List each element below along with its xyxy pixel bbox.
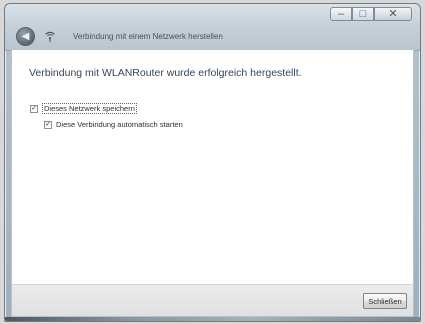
maximize-icon: □ <box>359 8 367 20</box>
save-network-checkbox[interactable]: ✓ <box>30 104 38 113</box>
window-controls: – □ ✕ <box>330 7 412 21</box>
close-window-button[interactable]: ✕ <box>374 7 412 21</box>
main-content: Verbindung mit WLANRouter wurde erfolgre… <box>11 50 414 286</box>
save-network-option[interactable]: ✓ Dieses Netzwerk speichern <box>30 103 137 114</box>
auto-connect-checkbox[interactable]: ✓ <box>44 120 52 129</box>
status-heading: Verbindung mit WLANRouter wurde erfolgre… <box>29 67 302 79</box>
back-button[interactable]: ◀ <box>16 27 35 46</box>
window-bottom-edge <box>5 317 420 321</box>
minimize-button[interactable]: – <box>330 7 352 21</box>
save-network-label: Dieses Netzwerk speichern <box>42 103 137 114</box>
navigation-bar: ◀ Verbindung mit einem Netzwerk herstell… <box>16 27 223 46</box>
back-arrow-icon: ◀ <box>21 30 30 42</box>
window-title: Verbindung mit einem Netzwerk herstellen <box>73 32 223 41</box>
dialog-footer: Schließen <box>11 284 414 317</box>
maximize-button[interactable]: □ <box>352 7 374 21</box>
dialog-window: – □ ✕ ◀ Verbindung mit einem Netzwerk he… <box>4 3 421 322</box>
close-icon: ✕ <box>388 8 398 20</box>
auto-connect-option[interactable]: ✓ Diese Verbindung automatisch starten <box>44 120 183 129</box>
auto-connect-label: Diese Verbindung automatisch starten <box>56 120 183 129</box>
minimize-icon: – <box>337 8 345 20</box>
title-bar: – □ ✕ ◀ Verbindung mit einem Netzwerk he… <box>5 4 420 51</box>
network-connection-icon <box>43 30 57 44</box>
close-button[interactable]: Schließen <box>363 293 407 309</box>
